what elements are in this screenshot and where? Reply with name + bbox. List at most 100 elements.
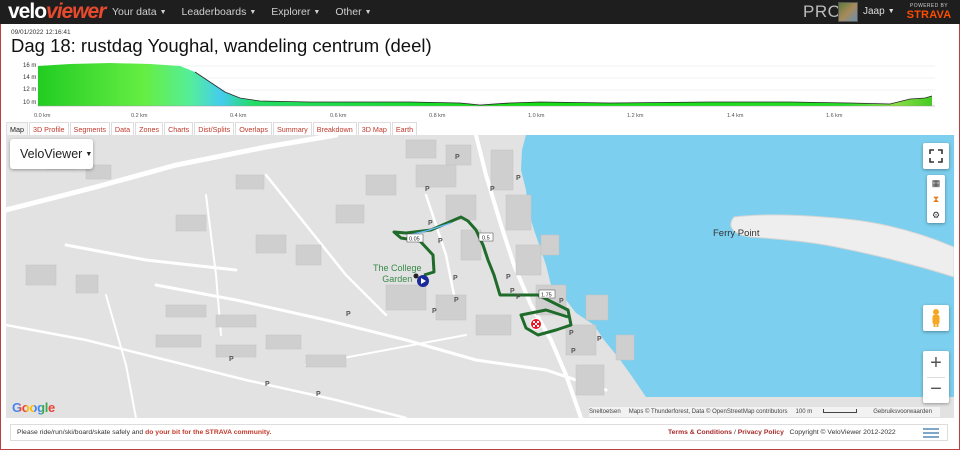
menu-stack-icon[interactable] xyxy=(923,428,939,438)
map-canvas: 0.05 0.5 1.75 PP P PPP PPP PPP PPP PPP PP xyxy=(6,135,954,418)
tab-charts[interactable]: Charts xyxy=(164,122,194,136)
strava-community-link[interactable]: do your bit for the STRAVA community. xyxy=(145,429,271,436)
svg-text:P: P xyxy=(490,186,495,193)
tab-breakdown[interactable]: Breakdown xyxy=(312,122,357,136)
svg-text:P: P xyxy=(432,308,437,315)
zoom-divider xyxy=(927,377,945,378)
veloviewer-logo[interactable]: veloviewer xyxy=(8,0,106,23)
elevation-x-label: 1.0 km xyxy=(528,113,545,119)
caret-down-icon: ▼ xyxy=(313,9,321,16)
svg-text:P: P xyxy=(438,238,443,245)
elevation-x-label: 0.6 km xyxy=(330,113,347,119)
grid-icon[interactable]: ▦ xyxy=(927,175,945,191)
scale-label: 100 m xyxy=(795,409,813,415)
km-marker-text: 1.75 xyxy=(541,293,552,299)
street-view-pegman[interactable] xyxy=(923,305,949,331)
svg-text:P: P xyxy=(428,220,433,227)
caret-down-icon: ▼ xyxy=(364,9,372,16)
zoom-in-button[interactable]: + xyxy=(923,351,949,377)
place-label-college-garden: The College Garden xyxy=(373,263,422,285)
elevation-x-label: 1.2 km xyxy=(627,113,644,119)
activity-title: Dag 18: rustdag Youghal, wandeling centr… xyxy=(11,35,432,56)
tab-3d-map[interactable]: 3D Map xyxy=(357,122,391,136)
elevation-y-label: 14 m xyxy=(23,75,37,81)
map-layer-selector[interactable]: VeloViewer ▼ xyxy=(10,139,93,169)
svg-text:P: P xyxy=(516,175,521,182)
svg-text:P: P xyxy=(453,275,458,282)
fullscreen-button[interactable] xyxy=(923,143,949,169)
terms-of-use-link[interactable]: Gebruiksvoorwaarden xyxy=(873,407,932,417)
svg-text:P: P xyxy=(455,154,460,161)
activity-tabs: Map 3D Profile Segments Data Zones Chart… xyxy=(6,122,418,136)
tab-dist-splits[interactable]: Dist/Splits xyxy=(194,122,235,136)
pro-badge: PRO xyxy=(803,2,842,21)
elevation-y-label: 12 m xyxy=(23,87,37,93)
svg-text:P: P xyxy=(265,381,270,388)
footer: Please ride/run/ski/board/skate safely a… xyxy=(10,424,948,441)
nav-label: Leaderboards xyxy=(181,6,247,18)
caret-down-icon: ▼ xyxy=(887,8,895,15)
nav-other[interactable]: Other ▼ xyxy=(335,0,371,24)
nav-leaderboards[interactable]: Leaderboards ▼ xyxy=(182,0,257,24)
elevation-x-label: 0.2 km xyxy=(131,113,148,119)
elevation-x-label: 1.4 km xyxy=(727,113,744,119)
fullscreen-icon xyxy=(929,149,943,163)
tab-3d-profile[interactable]: 3D Profile xyxy=(28,122,69,136)
user-avatar[interactable] xyxy=(838,2,858,22)
tab-overlaps[interactable]: Overlaps xyxy=(235,122,272,136)
zoom-control: + − xyxy=(923,351,949,403)
privacy-link[interactable]: Privacy Policy xyxy=(738,429,784,436)
nav-explorer[interactable]: Explorer ▼ xyxy=(271,0,320,24)
pegman-icon xyxy=(932,309,940,327)
tab-summary[interactable]: Summary xyxy=(272,122,312,136)
svg-text:P: P xyxy=(454,297,459,304)
footer-text: Please ride/run/ski/board/skate safely a… xyxy=(17,429,144,436)
gear-icon[interactable]: ⚙ xyxy=(927,207,945,223)
svg-text:P: P xyxy=(229,356,234,363)
elevation-x-label: 0.8 km xyxy=(429,113,446,119)
map-attribution: Sneltoetsen Maps © Thunderforest, Data ©… xyxy=(589,407,940,417)
nav-label: Explorer xyxy=(271,6,311,18)
terms-link[interactable]: Terms & Conditions xyxy=(668,429,732,436)
keyboard-shortcuts-link[interactable]: Sneltoetsen xyxy=(589,407,621,417)
elevation-y-label: 16 m xyxy=(23,63,37,69)
garden-label-line: The College xyxy=(373,263,422,273)
svg-text:P: P xyxy=(516,294,521,301)
tab-earth[interactable]: Earth xyxy=(391,122,418,136)
svg-text:P: P xyxy=(569,330,574,337)
elevation-y-label: 10 m xyxy=(23,100,37,106)
svg-text:P: P xyxy=(510,288,515,295)
map-data-attribution: Maps © Thunderforest, Data © OpenStreetM… xyxy=(628,409,788,415)
zoom-out-button[interactable]: − xyxy=(923,377,949,403)
svg-text:P: P xyxy=(506,274,511,281)
elevation-chart xyxy=(38,63,935,107)
strava-logo: STRAVA xyxy=(906,9,952,21)
elevation-profile[interactable]: 16 m 14 m 12 m 10 m 0.0 km 0.2 km 0.4 km… xyxy=(10,60,935,122)
tab-segments[interactable]: Segments xyxy=(69,122,110,136)
tab-map[interactable]: Map xyxy=(6,122,28,136)
footer-safety-note: Please ride/run/ski/board/skate safely a… xyxy=(17,425,271,441)
elevation-area xyxy=(38,63,932,106)
caret-down-icon: ▼ xyxy=(159,9,167,16)
map-layer-label: VeloViewer xyxy=(20,147,83,161)
svg-text:P: P xyxy=(571,348,576,355)
logo-velo: velo xyxy=(8,0,47,23)
google-logo: Google xyxy=(12,400,55,415)
hourglass-icon[interactable]: ⧗ xyxy=(927,191,945,207)
google-text: Google xyxy=(12,400,55,415)
route-map[interactable]: 0.05 0.5 1.75 PPP PPP PPP PPP PPP PPP PP… xyxy=(6,135,954,418)
user-menu[interactable]: Jaap ▼ xyxy=(863,0,895,24)
svg-text:P: P xyxy=(425,186,430,193)
km-marker-text: 0.05 xyxy=(409,237,420,243)
nav-menu: Your data ▼ Leaderboards ▼ Explorer ▼ Other… xyxy=(112,0,387,24)
svg-text:P: P xyxy=(346,311,351,318)
powered-by-strava[interactable]: POWERED BY STRAVA xyxy=(903,3,955,21)
svg-text:P: P xyxy=(559,298,564,305)
tab-data[interactable]: Data xyxy=(110,122,135,136)
tab-zones[interactable]: Zones xyxy=(135,122,164,136)
footer-legal: Terms & Conditions / Privacy Policy Copy… xyxy=(668,425,896,441)
svg-text:P: P xyxy=(316,391,321,398)
scale-bar xyxy=(823,409,858,413)
elevation-x-label: 0.0 km xyxy=(34,113,51,119)
nav-your-data[interactable]: Your data ▼ xyxy=(112,0,167,24)
